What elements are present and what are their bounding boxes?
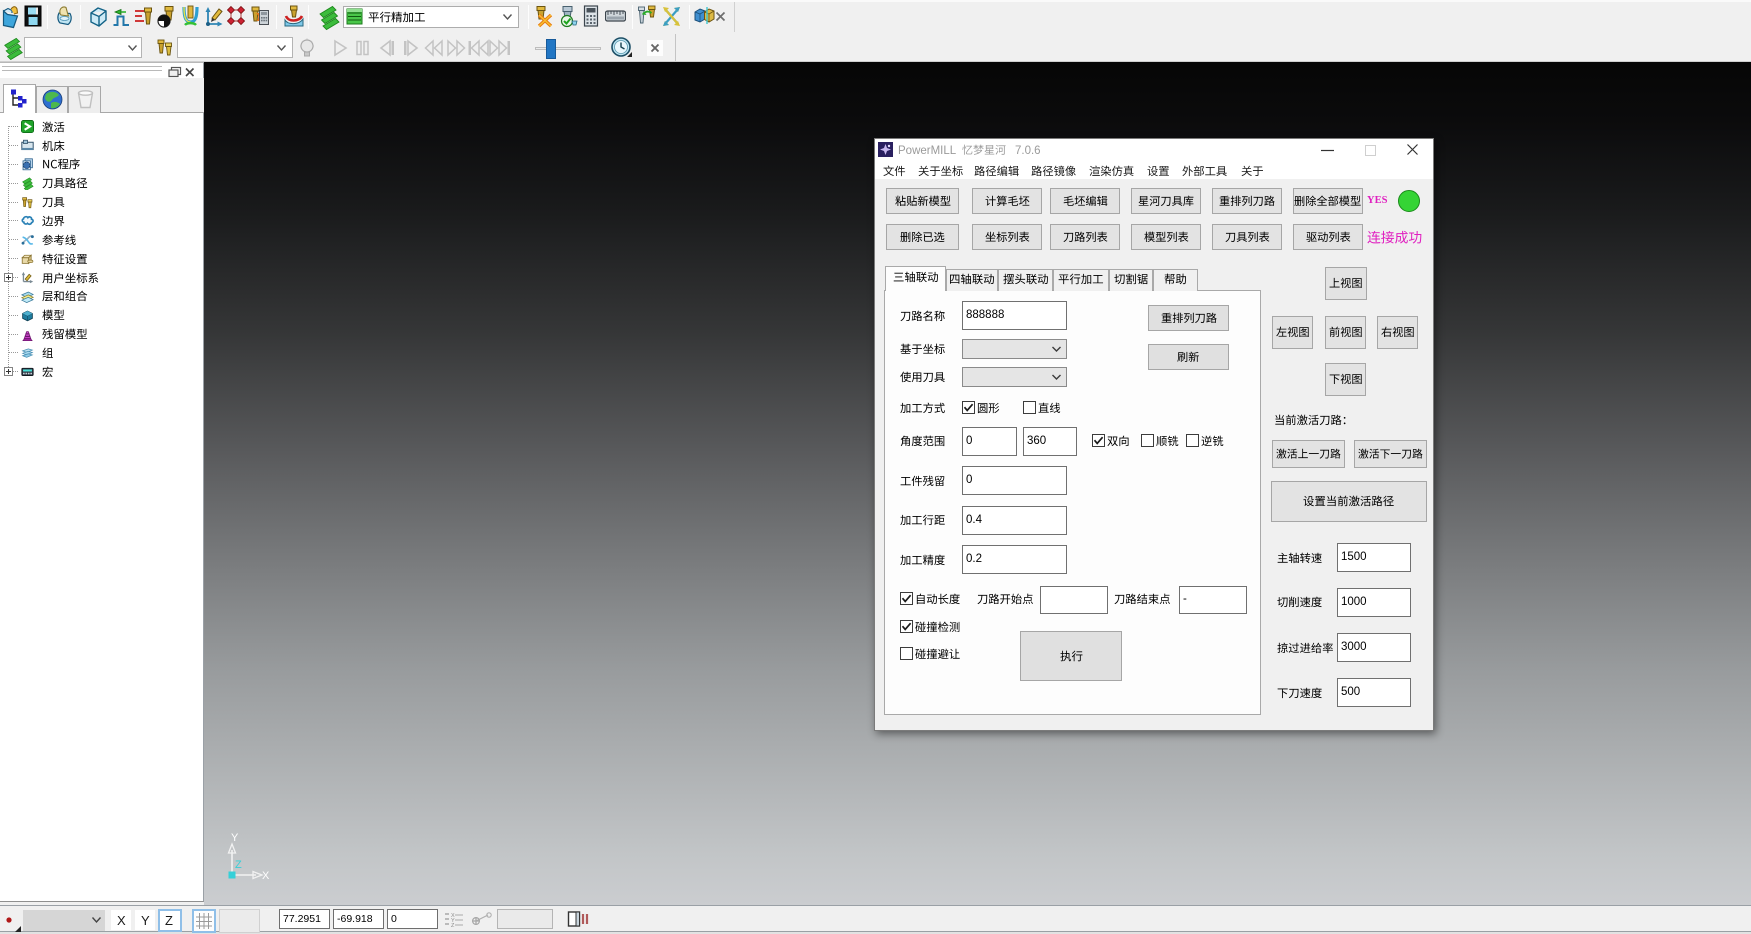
svg-text:Y: Y — [231, 832, 239, 844]
svg-text:Z: Z — [235, 859, 242, 871]
svg-text:X: X — [262, 870, 270, 882]
